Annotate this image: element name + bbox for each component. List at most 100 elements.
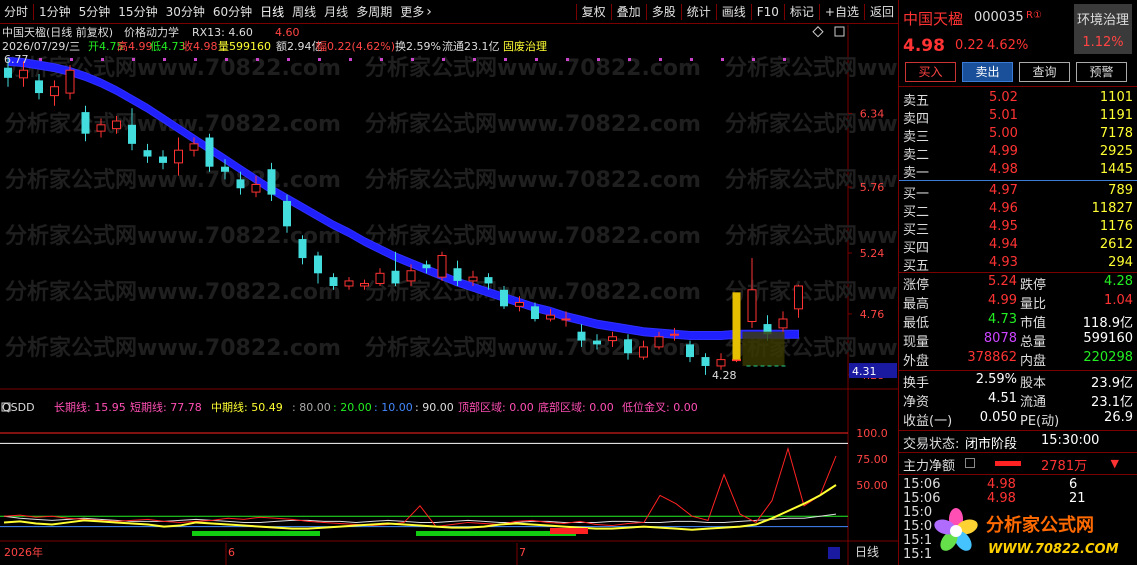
trade-status-row: 交易状态: 闭市阶段 15:30:00 <box>903 433 1100 452</box>
bid-volume: 789 <box>1108 183 1133 198</box>
toolbar-button[interactable]: 画线 <box>718 0 750 24</box>
ask-volume: 7178 <box>1099 126 1133 141</box>
chart-area[interactable]: 中国天楹(日线 前复权) 价格动力学 RX13: 4.60 4.60 2026/07/2… <box>0 25 1061 565</box>
period-tab[interactable]: 5分钟 <box>75 0 115 24</box>
period-tab[interactable]: 30分钟 <box>162 0 209 24</box>
bid-row[interactable]: 买三 4.95 1176 <box>899 219 1137 238</box>
period-tab[interactable]: 月线 <box>320 0 352 24</box>
candle-body <box>794 285 803 310</box>
ask-row[interactable]: 卖三 5.00 7178 <box>899 126 1137 145</box>
stat-row: 收益(一) 0.050 PE(动) 26.9 <box>903 410 1133 429</box>
period-tab[interactable]: 60分钟 <box>209 0 256 24</box>
watermark: 分析家公式网www.70822.com <box>5 335 341 361</box>
indicator-rx13-value: 4.60 <box>275 26 300 39</box>
period-tab[interactable]: 更多 <box>396 0 428 24</box>
signal-dot <box>783 58 786 61</box>
period-tab[interactable]: 日线 <box>256 0 288 24</box>
toolbar-button[interactable]: 叠加 <box>613 0 645 24</box>
toolbar-button[interactable]: F10 <box>753 0 783 24</box>
toolbar-button[interactable]: 复权 <box>578 0 610 24</box>
signal-dot <box>256 58 259 61</box>
candle-body <box>96 124 106 132</box>
sub-y-axis-label: 75.00 <box>856 453 888 466</box>
candle-body <box>65 69 75 94</box>
watermark: 分析家公式网www.70822.com <box>365 167 701 193</box>
candle-body <box>391 270 400 284</box>
sell-button[interactable]: 卖出 <box>962 62 1013 82</box>
stat-row: 净资 4.51 流通 23.1亿 <box>903 391 1133 410</box>
candle-body <box>143 150 152 157</box>
tick-row: 15:06 4.98 21 <box>903 491 1086 506</box>
alert-button[interactable]: 预警 <box>1076 62 1127 82</box>
sub-indicator-label: 顶部区域: 0.00 <box>458 400 534 414</box>
signal-dot <box>597 58 600 61</box>
bid-row[interactable]: 买二 4.96 11827 <box>899 201 1137 220</box>
diamond-icon <box>812 26 824 38</box>
period-tab[interactable]: 周线 <box>288 0 320 24</box>
main-flow-row[interactable]: 主力净额 2781万 ▼ <box>899 455 1137 474</box>
signal-dot <box>628 58 631 61</box>
bid-label: 买三 <box>903 223 930 238</box>
period-tab[interactable]: 多周期 <box>352 0 396 24</box>
logo-text: 分析家公式网 <box>986 514 1094 536</box>
time-axis-month: 7 <box>519 546 526 559</box>
square-icon <box>834 26 845 37</box>
signal-dot <box>752 58 755 61</box>
y-axis-label: 5.24 <box>860 247 885 260</box>
y-axis-label: 6.34 <box>860 107 885 120</box>
candle-body <box>531 306 539 319</box>
ask-row[interactable]: 卖二 4.99 2925 <box>899 144 1137 163</box>
flower-logo-icon: 分析家公式网 WWW.70822.COM <box>934 508 1119 557</box>
chart-svg[interactable]: 中国天楹(日线 前复权) 价格动力学 RX13: 4.60 4.60 2026/07/2… <box>0 25 1061 565</box>
toolbar-button[interactable]: 返回 <box>866 0 898 24</box>
sector-button[interactable]: 环境治理 1.12% <box>1074 4 1132 54</box>
query-button[interactable]: 查询 <box>1019 62 1070 82</box>
toolbar-button[interactable]: +自选 <box>821 0 863 24</box>
buy-button[interactable]: 买入 <box>905 62 956 82</box>
signal-dot <box>194 58 197 61</box>
watermark: 分析家公式网www.70822.com <box>365 111 701 137</box>
watermark: 分析家公式网www.70822.com <box>365 279 701 305</box>
low-marker: 4.28 <box>712 369 737 382</box>
low-cross-bar <box>550 528 588 534</box>
ask-price: 4.98 <box>989 162 1018 177</box>
period-toolbar: 分时 1分钟 5分钟 15分钟 30分钟 60分钟 日线 周线 月线 多周期 更多 › 复权 叠加 多股统… <box>0 0 898 24</box>
candle-body <box>778 318 788 329</box>
candle-body <box>701 357 710 366</box>
period-tab[interactable]: 1分钟 <box>35 0 75 24</box>
chevron-down-icon[interactable]: ▼ <box>1111 457 1119 470</box>
candle-body <box>561 318 571 321</box>
list-icon[interactable] <box>965 458 975 468</box>
toolbar-button[interactable]: 统计 <box>683 0 715 24</box>
candle-body <box>593 340 601 345</box>
stat-row: 最低 4.73 市值 118.9亿 <box>903 312 1133 331</box>
candle-body <box>360 282 369 287</box>
chevron-right-icon[interactable]: › <box>426 4 432 20</box>
bid-price: 4.97 <box>989 183 1018 198</box>
ask-row[interactable]: 卖五 5.02 1101 <box>899 90 1137 109</box>
toolbar-button[interactable]: 多股 <box>648 0 680 24</box>
ask-price: 5.00 <box>989 126 1018 141</box>
ask-row[interactable]: 卖四 5.01 1191 <box>899 108 1137 127</box>
signal-dot <box>380 58 383 61</box>
bid-row[interactable]: 买一 4.97 789 <box>899 183 1137 202</box>
candle-body <box>654 336 664 348</box>
ask-volume: 1445 <box>1099 162 1133 177</box>
period-tab[interactable]: 15分钟 <box>114 0 161 24</box>
ask-row[interactable]: 卖一 4.98 1445 <box>899 162 1137 181</box>
period-tab[interactable]: 分时 <box>0 0 32 24</box>
sub-indicator-label: : 20.00 <box>333 401 372 414</box>
ask-price: 4.99 <box>989 144 1018 159</box>
candle-body <box>468 276 478 282</box>
candle-body <box>437 255 447 278</box>
bid-volume: 11827 <box>1091 201 1133 216</box>
bid-row[interactable]: 买四 4.94 2612 <box>899 237 1137 256</box>
toolbar-button[interactable]: 标记 <box>786 0 818 24</box>
info-low: 低4.73 <box>150 40 186 53</box>
signal-dot <box>721 58 724 61</box>
chart-stock-title: 中国天楹(日线 前复权) <box>2 25 113 39</box>
sector-pct: 1.12% <box>1082 35 1124 50</box>
bid-row[interactable]: 买五 4.93 294 <box>899 255 1137 274</box>
signal-dot <box>163 58 166 61</box>
candle-body <box>50 86 59 97</box>
